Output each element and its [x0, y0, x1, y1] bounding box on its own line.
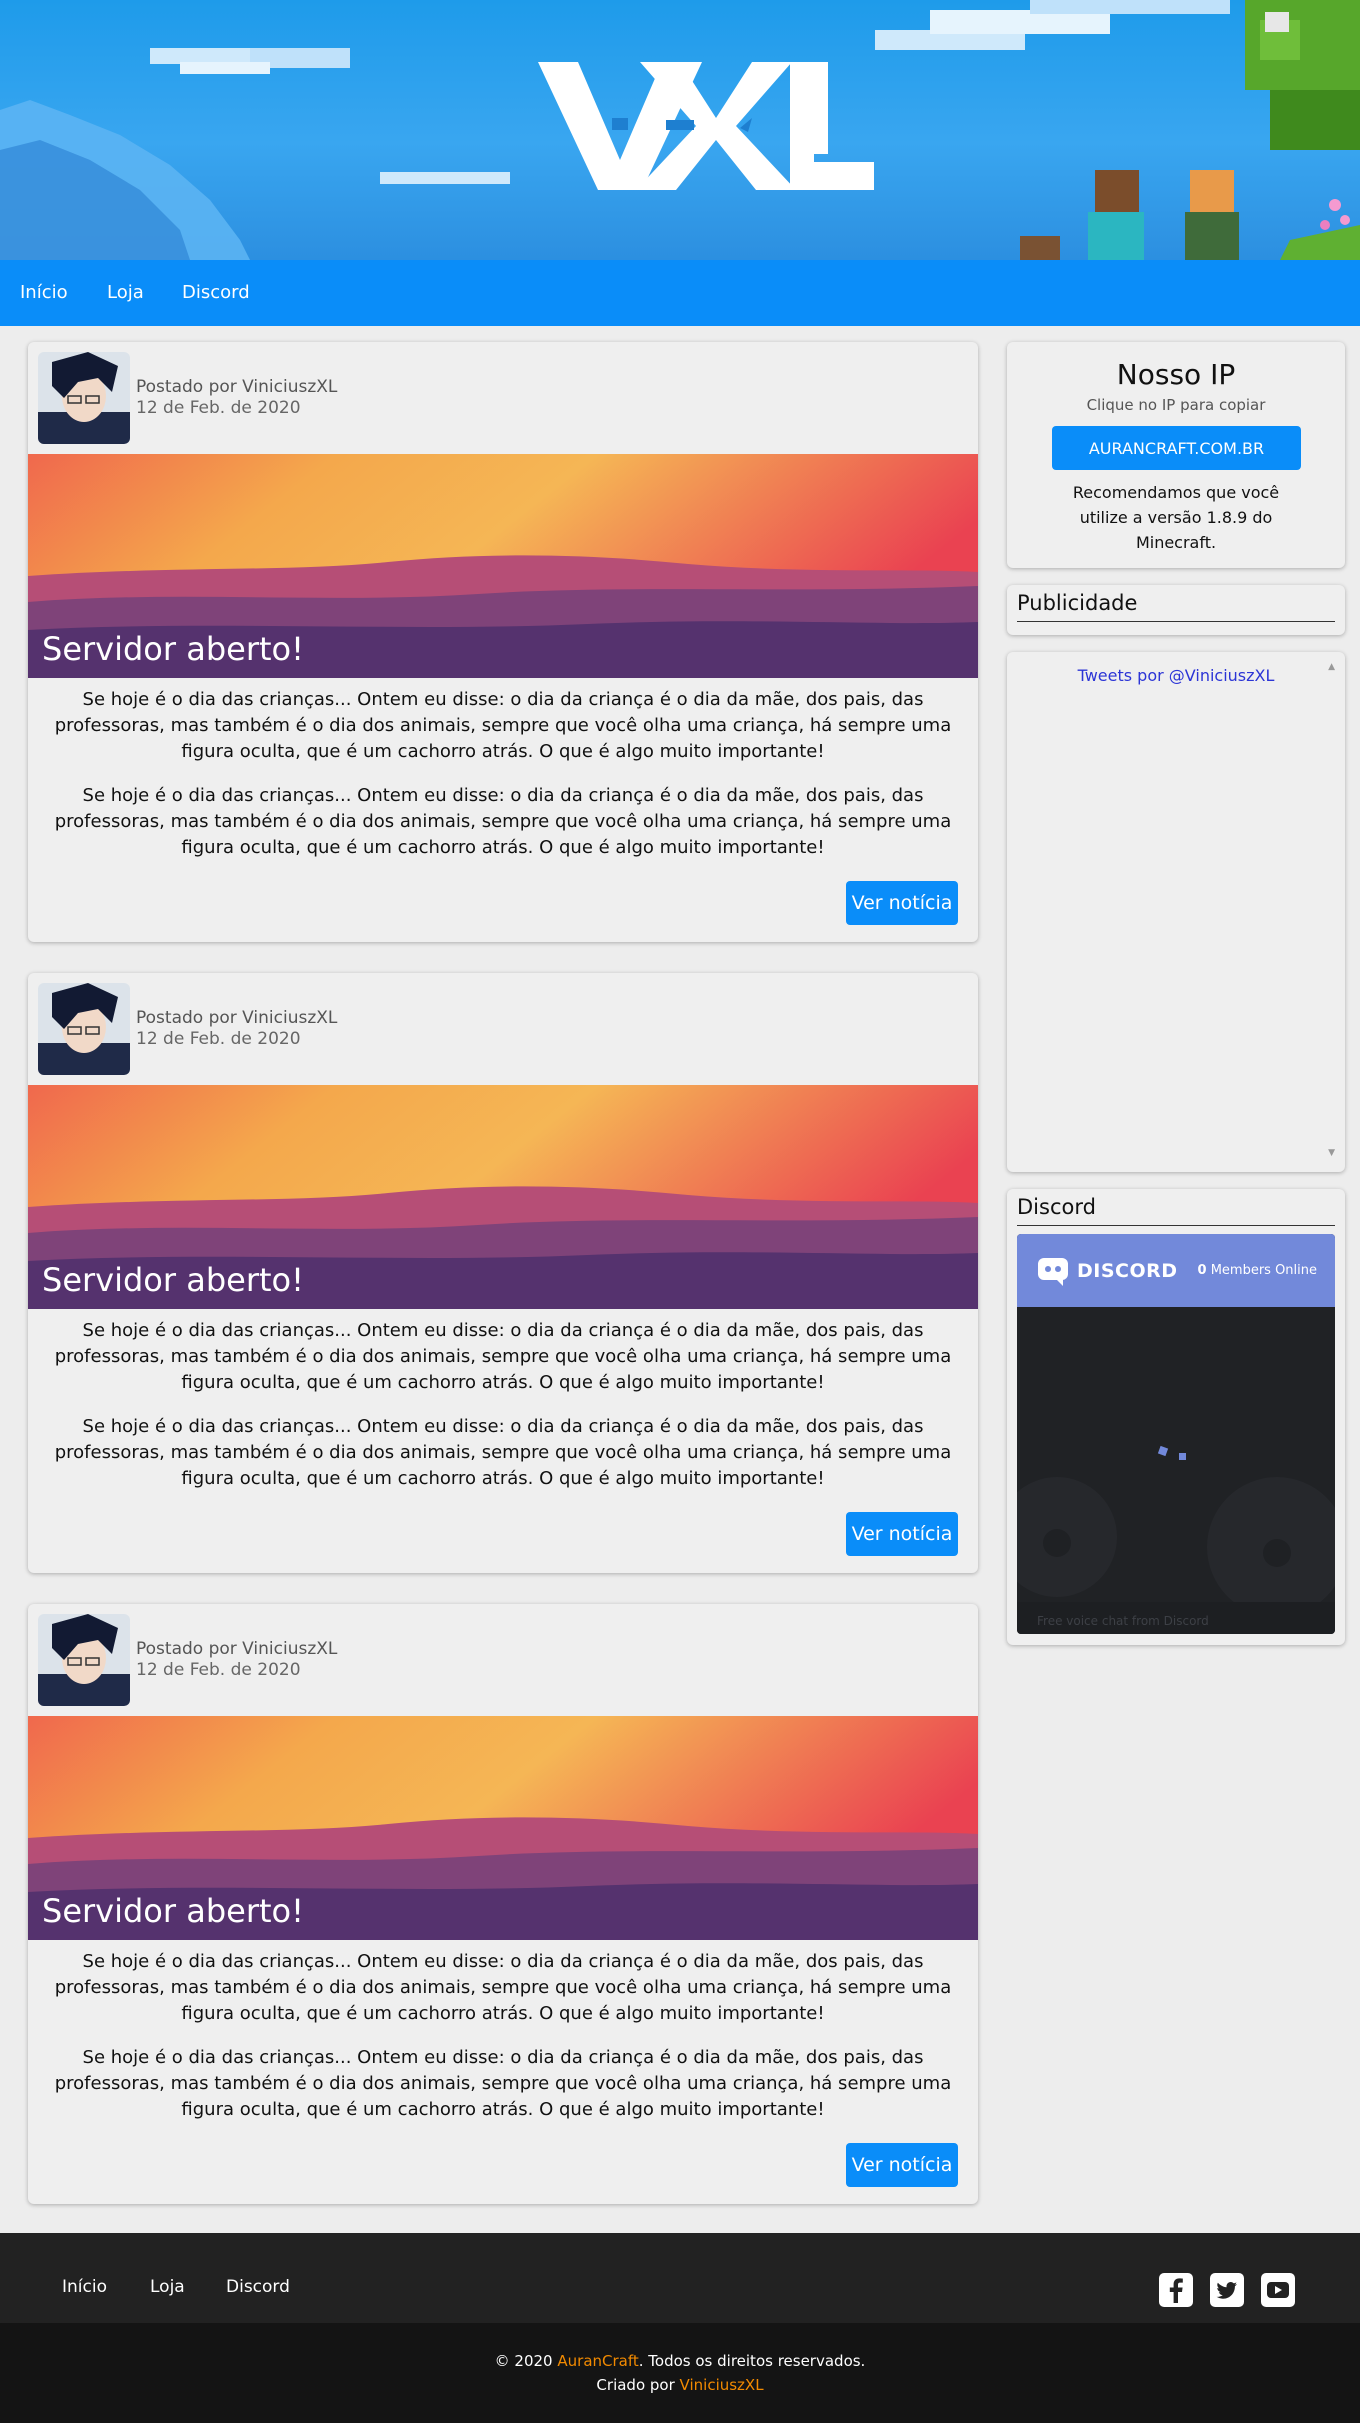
author-prefix: Postado por	[136, 1008, 237, 1028]
discord-logo-icon	[1038, 1258, 1068, 1286]
nav-link-loja[interactable]: Loja	[107, 282, 144, 303]
author-name: ViniciuszXL	[242, 377, 338, 397]
post-date: 12 de Feb. de 2020	[136, 1660, 301, 1680]
vxl-logo	[538, 62, 874, 190]
copyright-line: © 2020 AuranCraft. Todos os direitos res…	[0, 2352, 1360, 2370]
post-paragraph: Se hoje é o dia das crianças... Ontem eu…	[54, 785, 952, 858]
news-post-card: Postado por ViniciuszXL 12 de Feb. de 20…	[28, 973, 978, 1573]
members-count: 0	[1197, 1263, 1207, 1278]
author-avatar	[38, 983, 130, 1075]
divider	[1017, 621, 1335, 622]
post-paragraph: Se hoje é o dia das crianças... Ontem eu…	[54, 2047, 952, 2120]
post-cover-image: Servidor aberto!	[28, 1085, 978, 1309]
creator-link[interactable]: ViniciuszXL	[680, 2376, 764, 2394]
copyright-prefix: © 2020	[494, 2352, 553, 2370]
nav-link-inicio[interactable]: Início	[20, 282, 68, 303]
copyright-suffix: . Todos os direitos reservados.	[638, 2352, 866, 2370]
tweets-link[interactable]: Tweets por @ViniciuszXL	[1007, 666, 1345, 685]
twitter-icon[interactable]	[1210, 2273, 1244, 2307]
view-news-button[interactable]: Ver notícia	[846, 2143, 958, 2187]
minecraft-scene-illustration	[0, 0, 1360, 260]
post-paragraph: Se hoje é o dia das crianças... Ontem eu…	[54, 1416, 952, 1489]
post-author-line: Postado por ViniciuszXL	[136, 377, 337, 397]
discord-brand: DISCORD	[1077, 1260, 1178, 1282]
post-title: Servidor aberto!	[42, 1892, 304, 1930]
author-avatar	[38, 352, 130, 444]
post-paragraph: Se hoje é o dia das crianças... Ontem eu…	[54, 689, 952, 762]
server-ip-button[interactable]: AURANCRAFT.COM.BR	[1052, 426, 1301, 470]
members-label: Members Online	[1210, 1263, 1317, 1278]
discord-embed-footer: Free voice chat from Discord	[1037, 1614, 1209, 1628]
author-name: ViniciuszXL	[242, 1639, 338, 1659]
post-author-line: Postado por ViniciuszXL	[136, 1008, 337, 1028]
header-banner	[0, 0, 1360, 260]
post-date: 12 de Feb. de 2020	[136, 1029, 301, 1049]
members-online: 0 Members Online	[1198, 1263, 1318, 1278]
main-navigation: Início Loja Discord	[0, 260, 1360, 326]
twitter-timeline-widget: Tweets por @ViniciuszXL ▲ ▼	[1007, 652, 1345, 1172]
footer-link-discord[interactable]: Discord	[226, 2277, 290, 2297]
server-ip-widget: Nosso IP Clique no IP para copiar AURANC…	[1007, 342, 1345, 568]
ip-widget-subtitle: Clique no IP para copiar	[1086, 396, 1266, 414]
scroll-down-icon[interactable]: ▼	[1328, 1148, 1335, 1158]
author-avatar	[38, 1614, 130, 1706]
scroll-up-icon[interactable]: ▲	[1328, 662, 1335, 672]
discord-embed-header: DISCORD 0 Members Online	[1017, 1234, 1335, 1307]
copyright-bar: © 2020 AuranCraft. Todos os direitos res…	[0, 2323, 1360, 2423]
author-prefix: Postado por	[136, 1639, 237, 1659]
discord-widget-card: Discord DISCORD 0 Members Online Free vo…	[1007, 1189, 1345, 1645]
post-author-line: Postado por ViniciuszXL	[136, 1639, 337, 1659]
discord-embed[interactable]: DISCORD 0 Members Online Free voice chat…	[1017, 1234, 1335, 1634]
ads-widget-title: Publicidade	[1017, 591, 1138, 615]
youtube-icon[interactable]	[1261, 2273, 1295, 2307]
brand-link[interactable]: AuranCraft	[557, 2352, 638, 2370]
divider	[1017, 1225, 1335, 1226]
post-cover-image: Servidor aberto!	[28, 454, 978, 678]
facebook-icon[interactable]	[1159, 2273, 1193, 2307]
news-post-card: Postado por ViniciuszXL 12 de Feb. de 20…	[28, 1604, 978, 2204]
post-cover-image: Servidor aberto!	[28, 1716, 978, 1940]
author-name: ViniciuszXL	[242, 1008, 338, 1028]
view-news-button[interactable]: Ver notícia	[846, 881, 958, 925]
footer-link-loja[interactable]: Loja	[150, 2277, 185, 2297]
site-footer: Início Loja Discord	[0, 2233, 1360, 2323]
discord-background-art	[1017, 1445, 1335, 1634]
post-title: Servidor aberto!	[42, 630, 304, 668]
post-date: 12 de Feb. de 2020	[136, 398, 301, 418]
author-prefix: Postado por	[136, 377, 237, 397]
credits-prefix: Criado por	[596, 2376, 675, 2394]
ads-widget: Publicidade	[1007, 585, 1345, 635]
version-recommendation: Recomendamos que você utilize a versão 1…	[1072, 483, 1280, 552]
discord-widget-title: Discord	[1017, 1195, 1096, 1219]
post-paragraph: Se hoje é o dia das crianças... Ontem eu…	[54, 1951, 952, 2024]
news-post-card: Postado por ViniciuszXL 12 de Feb. de 20…	[28, 342, 978, 942]
nav-link-discord[interactable]: Discord	[182, 282, 250, 303]
footer-link-inicio[interactable]: Início	[62, 2277, 107, 2297]
view-news-button[interactable]: Ver notícia	[846, 1512, 958, 1556]
credits-line: Criado por ViniciuszXL	[0, 2376, 1360, 2394]
ip-widget-title: Nosso IP	[1116, 358, 1236, 391]
post-title: Servidor aberto!	[42, 1261, 304, 1299]
post-paragraph: Se hoje é o dia das crianças... Ontem eu…	[54, 1320, 952, 1393]
